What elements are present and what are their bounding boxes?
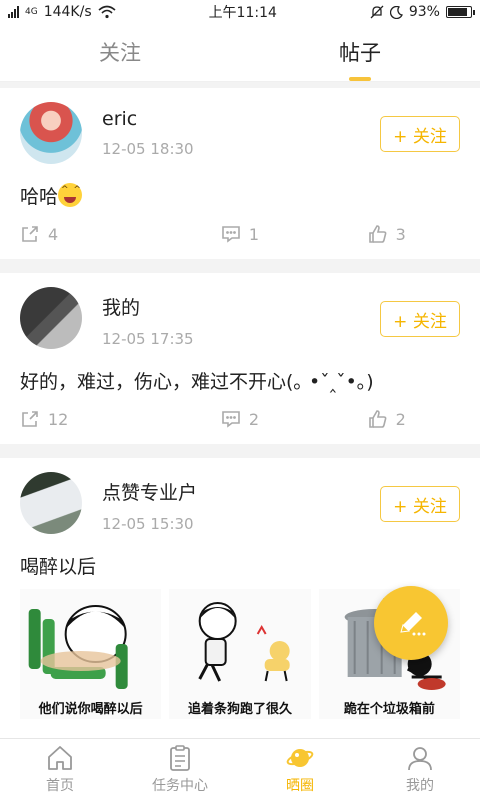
tab-following-label: 关注 bbox=[99, 40, 141, 65]
top-tabs: 关注 帖子 bbox=[0, 24, 480, 82]
tab-following[interactable]: 关注 bbox=[0, 24, 240, 82]
post-time: 12-05 15:30 bbox=[102, 515, 194, 533]
follow-button[interactable]: + 关注 bbox=[380, 486, 460, 522]
nav-home[interactable]: 首页 bbox=[0, 739, 120, 800]
battery-percent: 93% bbox=[408, 4, 440, 20]
follow-button[interactable]: + 关注 bbox=[380, 301, 460, 337]
comment-action[interactable]: 1 bbox=[167, 224, 314, 244]
bottom-nav: 首页 任务中心 晒圈 我的 bbox=[0, 738, 480, 800]
clock: 上午11:14 bbox=[208, 5, 277, 21]
post-card[interactable]: eric 12-05 18:30 + 关注 哈哈 4 1 3 bbox=[0, 88, 480, 259]
comment-icon bbox=[222, 226, 240, 243]
avatar[interactable] bbox=[20, 102, 82, 164]
nav-home-label: 首页 bbox=[46, 778, 74, 794]
post-text: 喝醉以后 bbox=[20, 556, 97, 578]
post-time: 12-05 17:35 bbox=[102, 330, 194, 348]
username[interactable]: 点赞专业户 bbox=[102, 478, 197, 505]
tab-active-indicator bbox=[349, 76, 371, 81]
share-count: 12 bbox=[48, 409, 69, 429]
thumbs-up-icon bbox=[368, 225, 386, 243]
post-image[interactable]: 他们说你喝醉以后 bbox=[20, 589, 162, 719]
compose-post-button[interactable] bbox=[374, 586, 448, 660]
grin-emoji-icon bbox=[58, 183, 83, 207]
signal-icon bbox=[8, 6, 19, 18]
thumbs-up-icon bbox=[368, 410, 386, 428]
nav-profile-label: 我的 bbox=[406, 778, 434, 794]
tab-posts[interactable]: 帖子 bbox=[240, 24, 480, 82]
image-caption: 追着条狗跑了很久 bbox=[187, 702, 292, 717]
follow-button[interactable]: + 关注 bbox=[380, 116, 460, 152]
share-action[interactable]: 12 bbox=[20, 409, 167, 429]
avatar[interactable] bbox=[20, 287, 82, 349]
post-image[interactable]: 追着条狗跑了很久 bbox=[169, 589, 311, 719]
pencil-icon bbox=[400, 612, 426, 636]
feed-divider bbox=[0, 444, 480, 458]
like-action[interactable]: 2 bbox=[313, 409, 460, 429]
battery-icon bbox=[445, 6, 475, 18]
comment-count: 2 bbox=[248, 409, 260, 429]
moon-icon bbox=[389, 5, 403, 19]
nav-task-center-label: 任务中心 bbox=[152, 778, 208, 794]
post-text: 好的，难过，伤心，难过不开心(｡ •ˇ‸ˇ•｡) bbox=[20, 371, 374, 393]
like-count: 3 bbox=[395, 224, 406, 244]
share-icon bbox=[22, 226, 38, 242]
home-icon bbox=[48, 746, 72, 770]
planet-icon bbox=[286, 749, 314, 767]
share-count: 4 bbox=[48, 224, 59, 244]
network-speed: 144K/s bbox=[43, 4, 92, 20]
username[interactable]: 我的 bbox=[102, 293, 194, 320]
wifi-icon bbox=[98, 5, 116, 19]
post-text: 哈哈 bbox=[20, 186, 59, 208]
share-action[interactable]: 4 bbox=[20, 224, 167, 244]
share-icon bbox=[22, 411, 38, 427]
username[interactable]: eric bbox=[102, 108, 194, 130]
post-card[interactable]: 我的 12-05 17:35 + 关注 好的，难过，伤心，难过不开心(｡ •ˇ‸… bbox=[0, 273, 480, 444]
post-content: 哈哈 bbox=[20, 172, 460, 209]
clipboard-icon bbox=[170, 745, 190, 771]
post-content: 好的，难过，伤心，难过不开心(｡ •ˇ‸ˇ•｡) bbox=[20, 357, 460, 394]
image-caption: 他们说你喝醉以后 bbox=[38, 702, 143, 717]
image-caption: 跪在个垃圾箱前 bbox=[343, 702, 435, 717]
tab-posts-label: 帖子 bbox=[339, 40, 381, 65]
post-time: 12-05 18:30 bbox=[102, 140, 194, 158]
avatar[interactable] bbox=[20, 472, 82, 534]
like-count: 2 bbox=[395, 409, 406, 429]
status-bar: 4G 144K/s 上午11:14 93% bbox=[0, 0, 480, 24]
nav-task-center[interactable]: 任务中心 bbox=[120, 739, 240, 800]
meme-dog-chase-illustration bbox=[198, 602, 290, 682]
mute-icon bbox=[370, 5, 384, 19]
network-type: 4G bbox=[25, 7, 38, 17]
post-content: 喝醉以后 bbox=[20, 542, 460, 579]
post-actions: 4 1 3 bbox=[20, 209, 460, 259]
nav-moments[interactable]: 晒圈 bbox=[240, 739, 360, 800]
nav-profile[interactable]: 我的 bbox=[360, 739, 480, 800]
feed-divider bbox=[0, 259, 480, 273]
comment-count: 1 bbox=[248, 224, 260, 244]
comment-action[interactable]: 2 bbox=[167, 409, 314, 429]
user-icon bbox=[408, 747, 432, 771]
meme-drunk-illustration bbox=[28, 605, 128, 689]
post-actions: 12 2 2 bbox=[20, 394, 460, 444]
like-action[interactable]: 3 bbox=[313, 224, 460, 244]
nav-moments-label: 晒圈 bbox=[286, 778, 314, 794]
comment-icon bbox=[222, 411, 240, 428]
